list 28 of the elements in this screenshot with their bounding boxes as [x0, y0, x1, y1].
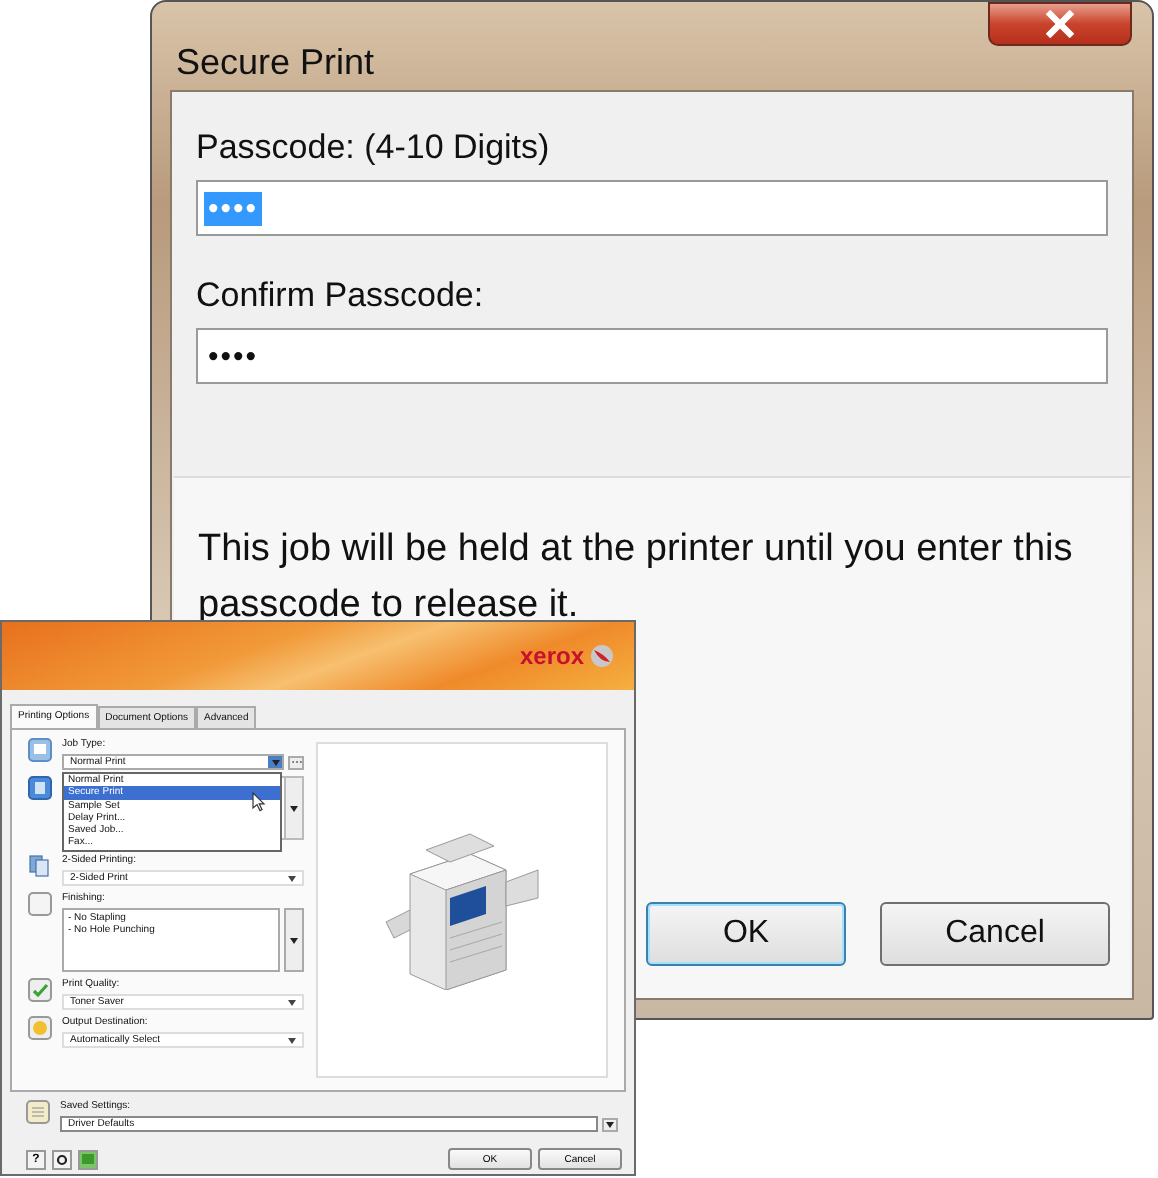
dropdown-arrow-icon: [288, 999, 296, 1005]
field-label: Confirm Passcode:: [196, 276, 486, 316]
dropdown-arrow-icon: [606, 1121, 614, 1127]
duplex-pages-icon: [28, 854, 52, 878]
cancel-button[interactable]: Cancel: [880, 902, 1110, 966]
check-mark-icon: [28, 978, 52, 1002]
message-text: This job will be held at the printer until you enter this passcode to release it.: [198, 526, 1075, 630]
window-title: Secure Print: [176, 42, 375, 84]
close-icon: [1044, 10, 1076, 38]
passcode-value: ••••: [206, 339, 261, 373]
more-button[interactable]: [288, 755, 304, 769]
reset-button[interactable]: [52, 1149, 72, 1169]
dropdown-arrow-icon: [288, 875, 296, 881]
passcode-field[interactable]: ••••: [196, 328, 1108, 384]
mouse-pointer-icon: [252, 792, 266, 812]
globe-icon: [590, 644, 614, 668]
field-label: Passcode: (4-10 Digits): [196, 128, 552, 168]
dropdown-button[interactable]: [602, 1117, 618, 1131]
passcode-value: ••••: [204, 191, 263, 225]
list-icon: [26, 1100, 50, 1124]
refresh-icon: [56, 1153, 68, 1165]
brand-logo-text: xerox: [519, 642, 584, 670]
page-icon: [28, 738, 52, 762]
dropdown-arrow-icon: [288, 1037, 296, 1043]
ok-button[interactable]: OK: [646, 902, 846, 966]
blank-square-icon: [28, 892, 52, 916]
page-icon: [28, 776, 52, 800]
close-button[interactable]: [988, 2, 1132, 46]
